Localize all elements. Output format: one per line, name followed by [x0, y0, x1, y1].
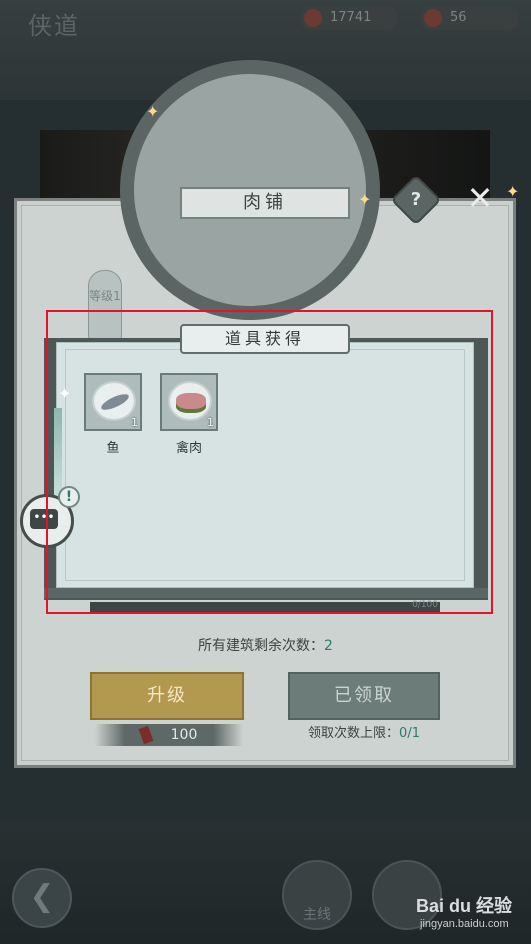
- token-counter: 56: [420, 6, 520, 30]
- claimed-button[interactable]: 已领取: [288, 672, 440, 720]
- copper-value: 17741: [330, 10, 372, 25]
- game-title: 侠道: [28, 12, 80, 40]
- main-quest-label: 主线: [303, 907, 331, 923]
- remaining-value: 2: [324, 638, 333, 654]
- upgrade-button[interactable]: 升级: [90, 672, 244, 720]
- back-button[interactable]: ❮: [12, 868, 72, 928]
- claim-limit-value: 0/1: [399, 726, 420, 741]
- claim-limit: 领取次数上限：0/1: [288, 722, 440, 741]
- main-quest-button[interactable]: 主线: [282, 860, 352, 930]
- back-icon: ❮: [29, 879, 55, 914]
- remaining-label: 所有建筑剩余次数：: [198, 638, 325, 654]
- token-icon: [424, 9, 442, 27]
- sparkle-icon: ✦: [358, 190, 372, 209]
- highlight-box: [46, 310, 493, 614]
- close-button[interactable]: ✕: [462, 180, 498, 216]
- copper-counter: 17741: [300, 6, 398, 30]
- remaining-count: 所有建筑剩余次数：2: [0, 635, 531, 655]
- token-icon: [138, 725, 154, 745]
- panel-title: 肉铺: [180, 187, 350, 219]
- watermark-url: jingyan.baidu.com: [420, 918, 509, 930]
- coin-icon: [304, 9, 322, 27]
- watermark-brand: Bai du 经验: [416, 896, 513, 916]
- claim-limit-label: 领取次数上限：: [308, 726, 400, 741]
- token-value: 56: [450, 10, 467, 25]
- level-tab-label: 等级1: [89, 289, 121, 303]
- close-icon: ✕: [466, 179, 494, 217]
- sparkle-icon: ✦: [506, 182, 520, 201]
- upgrade-cost: 100: [95, 724, 243, 746]
- help-icon: ?: [410, 189, 422, 210]
- sparkle-icon: ✦: [146, 102, 160, 121]
- upgrade-cost-value: 100: [170, 727, 198, 743]
